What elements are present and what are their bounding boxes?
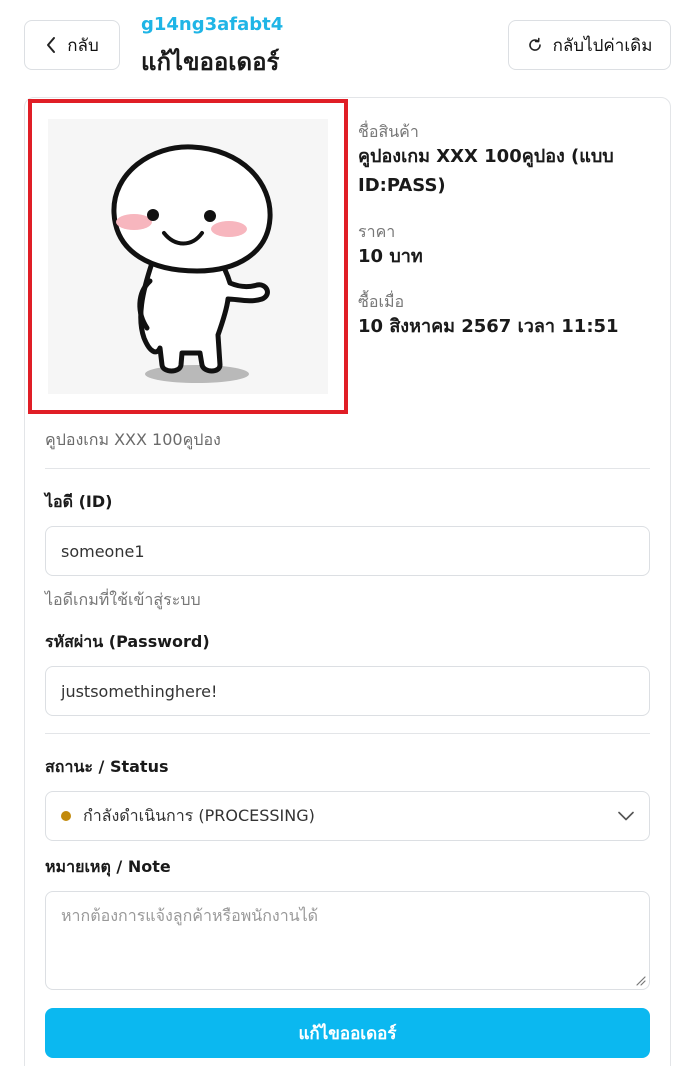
divider [45, 733, 650, 734]
resize-grip-icon[interactable] [634, 974, 646, 986]
id-helper-text: ไอดีเกมที่ใช้เข้าสู่ระบบ [45, 590, 201, 609]
chevron-down-icon [618, 811, 634, 821]
submit-label: แก้ไขออเดอร์ [298, 1023, 397, 1044]
price-value: 10 บาท [358, 246, 423, 267]
id-input[interactable]: someone1 [45, 526, 650, 576]
submit-edit-order-button[interactable]: แก้ไขออเดอร์ [45, 1008, 650, 1058]
mascot-illustration [111, 144, 273, 383]
product-subtitle: คูปองเกม XXX 100คูปอง [45, 430, 221, 449]
product-name-value: คูปองเกม XXX 100คูปอง (แบบ ID:PASS) [358, 146, 614, 196]
note-placeholder: หากต้องการแจ้งลูกค้าหรือพนักงานได้ [61, 906, 319, 925]
id-input-value: someone1 [61, 541, 145, 561]
status-select[interactable]: กำลังดำเนินการ (PROCESSING) [45, 791, 650, 841]
reset-button[interactable]: กลับไปค่าเดิม [508, 20, 671, 70]
note-label: หมายเหตุ / Note [45, 857, 171, 876]
chevron-left-icon [47, 37, 56, 53]
divider [45, 468, 650, 469]
page-title: แก้ไขออเดอร์ [141, 48, 280, 76]
note-textarea[interactable]: หากต้องการแจ้งลูกค้าหรือพนักงานได้ [45, 891, 650, 990]
status-select-value: กำลังดำเนินการ (PROCESSING) [83, 805, 315, 825]
purchased-value: 10 สิงหาคม 2567 เวลา 11:51 [358, 316, 619, 337]
product-image [28, 99, 348, 414]
password-input-value: justsomethinghere! [61, 681, 218, 701]
password-input[interactable]: justsomethinghere! [45, 666, 650, 716]
status-dot-icon [61, 811, 71, 821]
status-label: สถานะ / Status [45, 757, 169, 776]
id-label: ไอดี (ID) [45, 492, 113, 511]
order-code: g14ng3afabt4 [141, 14, 284, 35]
back-label: กลับ [67, 35, 99, 56]
reset-label: กลับไปค่าเดิม [552, 35, 653, 56]
password-label: รหัสผ่าน (Password) [45, 632, 210, 651]
refresh-icon [528, 37, 541, 51]
back-button[interactable]: กลับ [24, 20, 120, 70]
